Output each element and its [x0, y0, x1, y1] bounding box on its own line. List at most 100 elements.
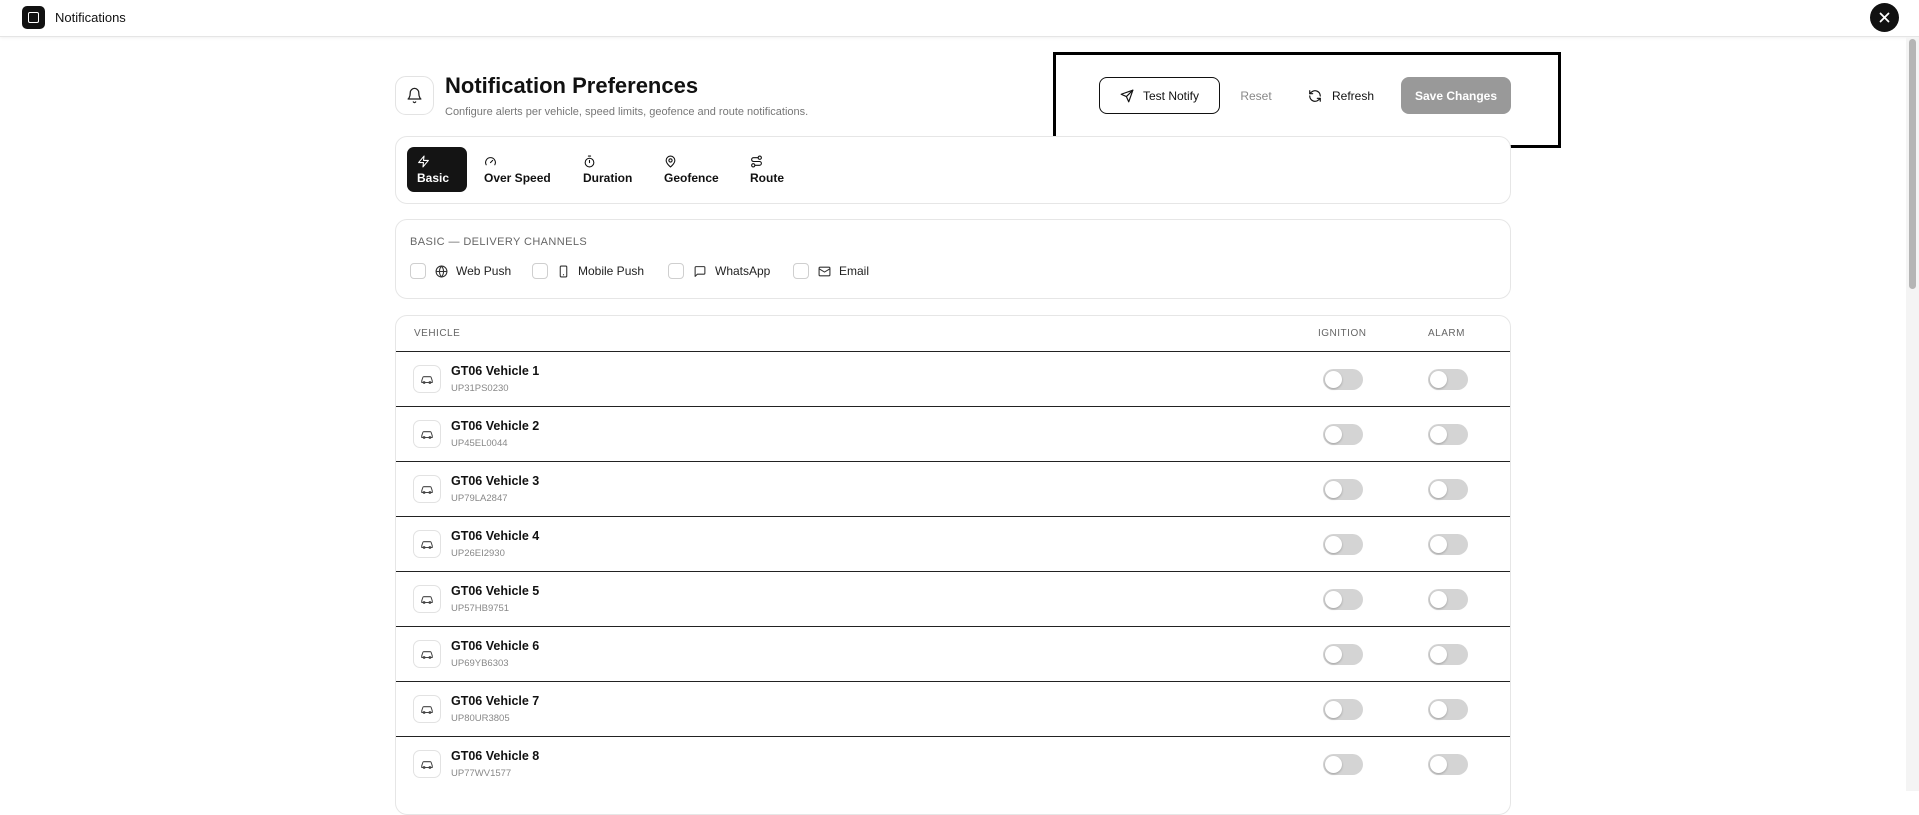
toggle-knob — [1430, 481, 1447, 498]
vehicle-avatar — [413, 695, 441, 723]
toggle-knob — [1430, 371, 1447, 388]
alarm-toggle[interactable] — [1428, 534, 1468, 555]
car-icon — [421, 431, 433, 439]
refresh-button[interactable]: Refresh — [1296, 77, 1386, 114]
refresh-icon — [1309, 89, 1321, 102]
ignition-toggle[interactable] — [1323, 589, 1363, 610]
table-row: GT06 Vehicle 4 UP26EI2930 — [396, 516, 1510, 571]
vehicle-avatar — [413, 365, 441, 393]
save-changes-button[interactable]: Save Changes — [1401, 77, 1511, 114]
test-notify-label: Test Notify — [1142, 88, 1199, 103]
ignition-toggle[interactable] — [1323, 369, 1363, 390]
vehicle-name: GT06 Vehicle 5 — [451, 584, 540, 598]
alarm-toggle[interactable] — [1428, 644, 1468, 665]
tab-bar: Basic Over Speed Duration Geofence Route — [395, 136, 1511, 204]
table-row: GT06 Vehicle 1 UP31PS0230 — [396, 351, 1510, 406]
lightning-icon — [418, 155, 429, 168]
ignition-toggle[interactable] — [1323, 644, 1363, 665]
toggle-knob — [1325, 426, 1342, 443]
ignition-toggle[interactable] — [1323, 424, 1363, 445]
alarm-toggle[interactable] — [1428, 589, 1468, 610]
car-icon — [421, 376, 433, 384]
vehicle-name: GT06 Vehicle 2 — [451, 419, 540, 433]
toggle-knob — [1430, 756, 1447, 773]
tab-duration[interactable]: Duration — [573, 147, 642, 192]
channel-mobile-push[interactable]: Mobile Push — [532, 261, 644, 281]
web-push-checkbox[interactable] — [410, 263, 426, 279]
vehicle-name: GT06 Vehicle 7 — [451, 694, 540, 708]
column-header-ignition: IGNITION — [1318, 328, 1367, 339]
vehicle-name: GT06 Vehicle 4 — [451, 529, 540, 543]
refresh-label: Refresh — [1331, 88, 1375, 103]
car-icon — [421, 706, 433, 714]
channel-label: Mobile Push — [578, 264, 645, 278]
close-icon — [1879, 12, 1890, 23]
tab-geofence[interactable]: Geofence — [654, 147, 729, 192]
vehicle-table: VEHICLE IGNITION ALARM GT06 Vehicle 1 UP3… — [395, 315, 1511, 815]
vehicle-plate: UP26EI2930 — [451, 548, 505, 559]
car-icon — [421, 541, 433, 549]
tab-over-speed[interactable]: Over Speed — [474, 147, 561, 192]
toggle-knob — [1430, 701, 1447, 718]
ignition-toggle[interactable] — [1323, 699, 1363, 720]
app-icon — [22, 6, 45, 29]
alarm-toggle[interactable] — [1428, 424, 1468, 445]
column-header-vehicle: VEHICLE — [414, 328, 461, 339]
table-row: GT06 Vehicle 5 UP57HB9751 — [396, 571, 1510, 626]
vehicle-name: GT06 Vehicle 8 — [451, 749, 540, 763]
alarm-toggle[interactable] — [1428, 699, 1468, 720]
mail-icon — [818, 266, 831, 276]
scrollbar[interactable] — [1906, 37, 1919, 791]
scrollbar-thumb[interactable] — [1909, 39, 1916, 289]
car-icon — [421, 761, 433, 769]
bell-badge — [395, 76, 434, 115]
channel-whatsapp[interactable]: WhatsApp — [668, 261, 770, 281]
toggle-knob — [1325, 591, 1342, 608]
bell-icon — [407, 87, 422, 104]
toggle-knob — [1430, 426, 1447, 443]
page-title: Notification Preferences — [445, 73, 699, 98]
channel-email[interactable]: Email — [793, 261, 869, 281]
speedometer-icon — [485, 157, 496, 166]
vehicle-avatar — [413, 475, 441, 503]
stopwatch-icon — [584, 155, 595, 168]
vehicle-avatar — [413, 420, 441, 448]
ignition-toggle[interactable] — [1323, 479, 1363, 500]
close-button[interactable] — [1870, 3, 1899, 32]
alarm-toggle[interactable] — [1428, 479, 1468, 500]
tab-label: Geofence — [664, 170, 719, 185]
ignition-toggle[interactable] — [1323, 754, 1363, 775]
table-row: GT06 Vehicle 2 UP45EL0044 — [396, 406, 1510, 461]
vehicle-name: GT06 Vehicle 6 — [451, 639, 540, 653]
channel-web-push[interactable]: Web Push — [410, 261, 511, 281]
tab-basic[interactable]: Basic — [407, 147, 467, 192]
window-title: Notifications — [55, 10, 126, 25]
map-pin-icon — [665, 155, 676, 168]
channel-label: WhatsApp — [715, 264, 771, 278]
car-icon — [421, 486, 433, 494]
toggle-knob — [1430, 591, 1447, 608]
alarm-toggle[interactable] — [1428, 754, 1468, 775]
ignition-toggle[interactable] — [1323, 534, 1363, 555]
alarm-toggle[interactable] — [1428, 369, 1468, 390]
toggle-knob — [1325, 756, 1342, 773]
email-checkbox[interactable] — [793, 263, 809, 279]
reset-button[interactable]: Reset — [1228, 77, 1284, 114]
vehicle-plate: UP79LA2847 — [451, 493, 508, 504]
whatsapp-checkbox[interactable] — [668, 263, 684, 279]
tab-route[interactable]: Route — [740, 147, 794, 192]
toggle-knob — [1325, 646, 1342, 663]
title-bar: Notifications — [0, 0, 1919, 37]
vehicle-plate: UP57HB9751 — [451, 603, 510, 614]
vehicle-name: GT06 Vehicle 3 — [451, 474, 540, 488]
route-icon — [751, 155, 762, 168]
toggle-knob — [1325, 481, 1342, 498]
vehicle-plate: UP31PS0230 — [451, 383, 509, 394]
test-notify-button[interactable]: Test Notify — [1099, 77, 1220, 114]
save-changes-label: Save Changes — [1414, 88, 1498, 103]
column-header-alarm: ALARM — [1428, 328, 1465, 339]
channel-label: Web Push — [456, 264, 512, 278]
mobile-push-checkbox[interactable] — [532, 263, 548, 279]
toggle-knob — [1430, 536, 1447, 553]
tab-label: Over Speed — [484, 170, 551, 185]
